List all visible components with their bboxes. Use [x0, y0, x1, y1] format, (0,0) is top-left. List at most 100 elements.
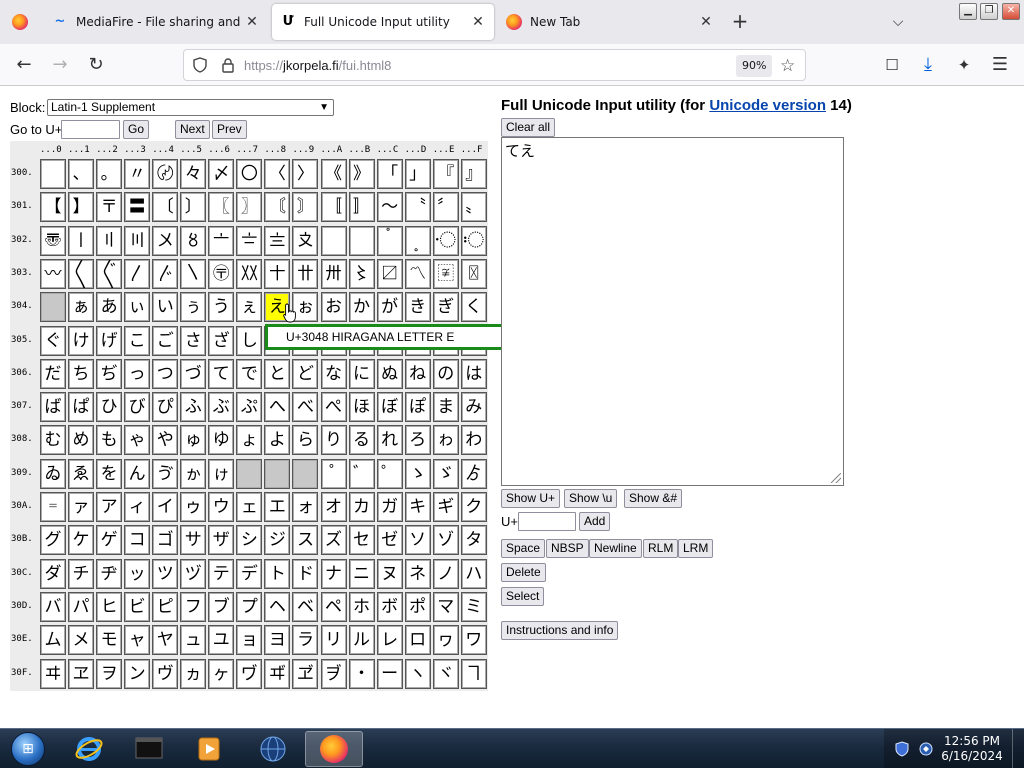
character-cell[interactable]: ゔ	[152, 458, 179, 489]
character-cell[interactable]: ゖ	[208, 458, 235, 489]
character-cell[interactable]: ワ	[460, 625, 487, 656]
character-cell[interactable]: ん	[124, 458, 151, 489]
character-cell[interactable]: ヱ	[68, 658, 95, 689]
character-cell[interactable]: 〹	[292, 258, 319, 289]
character-cell[interactable]: コ	[124, 525, 151, 556]
character-cell[interactable]: ゲ	[96, 525, 123, 556]
character-cell[interactable]: つ	[152, 358, 179, 389]
character-cell[interactable]: っ	[124, 358, 151, 389]
character-cell[interactable]: ヤ	[152, 625, 179, 656]
network-icon[interactable]	[918, 741, 934, 757]
tracking-protection-shield-icon[interactable]	[192, 57, 208, 73]
character-cell[interactable]: 〬	[376, 225, 403, 256]
character-cell[interactable]: 〔	[152, 192, 179, 223]
character-cell[interactable]: 〚	[320, 192, 347, 223]
character-cell[interactable]: ぶ	[208, 392, 235, 423]
address-bar[interactable]: https://jkorpela.fi/fui.html8 90% ☆	[183, 49, 806, 81]
character-cell[interactable]: ン	[124, 658, 151, 689]
character-cell[interactable]: か	[348, 292, 375, 323]
character-cell[interactable]: ホ	[348, 591, 375, 622]
character-cell[interactable]: テ	[208, 558, 235, 589]
character-cell[interactable]: 〵	[180, 258, 207, 289]
character-cell[interactable]: 〤	[152, 225, 179, 256]
character-cell[interactable]: ネ	[404, 558, 431, 589]
character-cell[interactable]: シ	[236, 525, 263, 556]
character-cell[interactable]: だ	[40, 358, 66, 389]
character-cell[interactable]: ゅ	[180, 425, 207, 456]
prev-button[interactable]: Prev	[212, 120, 247, 139]
taskbar-command-prompt[interactable]	[120, 731, 178, 767]
character-cell[interactable]: 〾	[432, 258, 459, 289]
character-cell[interactable]: な	[320, 358, 347, 389]
character-cell[interactable]: 〴	[152, 258, 179, 289]
character-cell[interactable]: り	[320, 425, 347, 456]
character-cell[interactable]: ノ	[432, 558, 459, 589]
restore-button[interactable]: ❐	[980, 3, 998, 20]
character-cell[interactable]: 〮	[432, 225, 459, 256]
character-cell[interactable]: ム	[40, 625, 66, 656]
newline-button[interactable]: Newline	[589, 539, 642, 558]
character-cell[interactable]: う	[208, 292, 235, 323]
character-cell[interactable]: ょ	[236, 425, 263, 456]
character-cell[interactable]: ッ	[124, 558, 151, 589]
character-cell[interactable]: 〝	[404, 192, 431, 223]
character-cell[interactable]: あ	[96, 292, 123, 323]
character-cell[interactable]: で	[236, 358, 263, 389]
u-plus-input[interactable]	[518, 512, 576, 531]
character-cell[interactable]: 〄	[152, 159, 179, 189]
character-cell[interactable]: ゟ	[460, 458, 487, 489]
character-cell[interactable]: ヅ	[180, 558, 207, 589]
instructions-button[interactable]: Instructions and info	[501, 621, 619, 640]
character-cell[interactable]: ヂ	[96, 558, 123, 589]
close-tab-icon[interactable]: ✕	[698, 14, 714, 30]
character-cell[interactable]: リ	[320, 625, 347, 656]
character-cell[interactable]: を	[96, 458, 123, 489]
character-cell[interactable]: ひ	[96, 392, 123, 423]
character-cell[interactable]: 〠	[40, 225, 66, 256]
url-text[interactable]: https://jkorpela.fi/fui.html8	[244, 58, 391, 73]
character-cell[interactable]: ペ	[320, 591, 347, 622]
character-cell[interactable]: ハ	[460, 558, 487, 589]
show-amp-hash-button[interactable]: Show &#	[624, 489, 683, 508]
character-cell[interactable]: と	[264, 358, 291, 389]
character-cell[interactable]: ダ	[40, 558, 66, 589]
character-cell[interactable]: よ	[264, 425, 291, 456]
character-cell[interactable]: 〫	[348, 225, 375, 256]
unicode-version-link[interactable]: Unicode version	[709, 97, 826, 114]
character-cell[interactable]: ヮ	[432, 625, 459, 656]
character-cell[interactable]: イ	[152, 492, 179, 522]
character-cell[interactable]: 〧	[236, 225, 263, 256]
character-cell[interactable]: ヸ	[264, 658, 291, 689]
character-cell[interactable]: ニ	[348, 558, 375, 589]
character-cell[interactable]: く	[460, 292, 487, 323]
bookmark-star-icon[interactable]: ☆	[780, 55, 795, 77]
show-backslash-u-button[interactable]: Show \u	[564, 489, 618, 508]
close-tab-icon[interactable]: ✕	[470, 14, 486, 30]
character-cell[interactable]: ぅ	[180, 292, 207, 323]
character-cell[interactable]: 〒	[96, 192, 123, 223]
character-cell[interactable]: み	[460, 392, 487, 423]
zoom-level-button[interactable]: 90%	[736, 55, 773, 77]
character-cell[interactable]: タ	[460, 525, 487, 556]
character-cell[interactable]: び	[124, 392, 151, 423]
taskbar-globe-app[interactable]	[244, 731, 302, 767]
character-cell[interactable]	[264, 458, 291, 489]
character-cell[interactable]: ヹ	[292, 658, 319, 689]
character-cell[interactable]: 〳	[124, 258, 151, 289]
character-cell[interactable]: 〸	[264, 258, 291, 289]
character-cell[interactable]: 〶	[208, 258, 235, 289]
character-cell[interactable]: ュ	[180, 625, 207, 656]
app-menu-icon[interactable]: ☰	[986, 51, 1014, 79]
firefox-view-button[interactable]	[4, 6, 36, 38]
character-cell[interactable]: ヿ	[460, 658, 487, 689]
character-cell[interactable]: 〙	[292, 192, 319, 223]
character-cell[interactable]: ぽ	[404, 392, 431, 423]
list-all-tabs-button[interactable]: ⌵	[886, 10, 910, 34]
extensions-icon[interactable]: ✦	[950, 51, 978, 79]
character-cell[interactable]: サ	[180, 525, 207, 556]
character-cell[interactable]: セ	[348, 525, 375, 556]
character-cell[interactable]: ァ	[68, 492, 95, 522]
character-cell[interactable]: チ	[68, 558, 95, 589]
lock-icon[interactable]	[220, 57, 236, 73]
character-cell[interactable]: ・	[348, 658, 375, 689]
